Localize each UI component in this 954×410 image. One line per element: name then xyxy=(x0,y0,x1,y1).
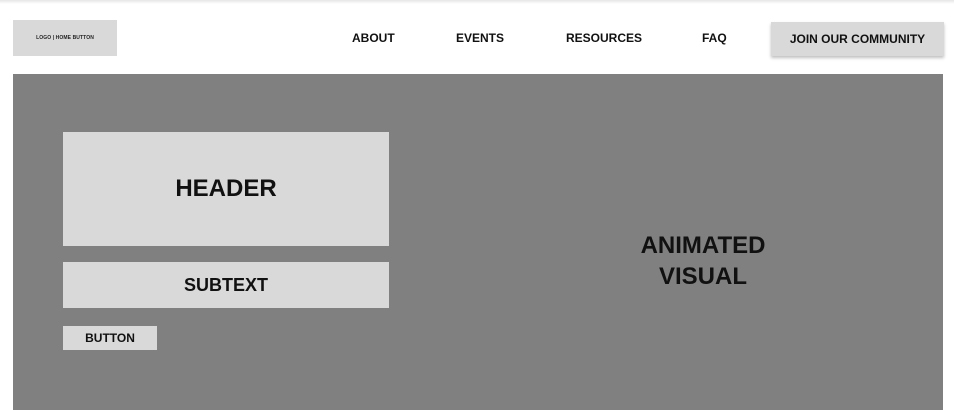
nav-link-resources[interactable]: RESOURCES xyxy=(566,31,642,45)
hero-section: HEADER SUBTEXT BUTTON ANIMATED VISUAL xyxy=(13,74,943,410)
animated-visual: ANIMATED VISUAL xyxy=(573,230,833,292)
join-community-button[interactable]: JOIN OUR COMMUNITY xyxy=(771,22,944,56)
top-shadow xyxy=(0,0,954,4)
animated-visual-line-1: ANIMATED xyxy=(640,232,766,259)
hero-header: HEADER xyxy=(63,132,389,246)
logo-home-button[interactable]: LOGO | HOME BUTTON xyxy=(13,20,117,56)
animated-visual-line-2: VISUAL xyxy=(658,263,747,290)
hero-button[interactable]: BUTTON xyxy=(63,326,157,350)
nav-link-faq[interactable]: FAQ xyxy=(702,31,727,45)
hero-subtext: SUBTEXT xyxy=(63,262,389,308)
page: LOGO | HOME BUTTON ABOUT EVENTS RESOURCE… xyxy=(0,0,954,410)
nav-link-events[interactable]: EVENTS xyxy=(456,31,504,45)
nav-link-about[interactable]: ABOUT xyxy=(352,31,395,45)
